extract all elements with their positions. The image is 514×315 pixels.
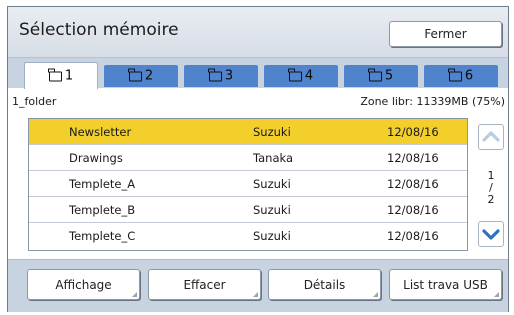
close-button[interactable]: Fermer [389,21,502,47]
tab-label: 3 [224,68,234,84]
file-date: 12/08/16 [387,229,439,243]
file-owner: Suzuki [253,229,291,243]
file-name: Drawings [69,151,123,165]
delete-button[interactable]: Effacer [148,269,261,300]
tab-label: 6 [464,68,474,84]
usb-list-button-label: List trava USB [403,277,488,292]
tab-label: 5 [384,68,394,84]
file-date: 12/08/16 [387,203,439,217]
file-owner: Suzuki [253,203,291,217]
delete-button-label: Effacer [183,277,226,292]
folder-icon [368,68,382,82]
scroll-down-button[interactable] [478,221,504,247]
chevron-up-icon [482,131,500,142]
file-date: 12/08/16 [387,151,439,165]
list-item[interactable]: Templete_C Suzuki 12/08/16 [29,223,467,249]
folder-icon [208,68,222,82]
details-button[interactable]: Détails [268,269,381,300]
page-indicator: 1 / 2 [478,170,504,206]
tab-folder-5[interactable]: 5 [344,65,418,87]
file-owner: Suzuki [253,125,291,139]
corner-mark [373,292,378,297]
tab-folder-6[interactable]: 6 [424,65,498,87]
list-item[interactable]: Drawings Tanaka 12/08/16 [29,145,467,171]
file-date: 12/08/16 [387,177,439,191]
display-button-label: Affichage [55,277,112,292]
close-button-label: Fermer [424,27,467,41]
file-owner: Tanaka [253,151,294,165]
file-name: Templete_C [69,229,136,243]
scroll-up-button[interactable] [478,124,504,150]
tab-folder-2[interactable]: 2 [104,65,178,87]
tab-label: 4 [304,68,314,84]
corner-mark [132,292,137,297]
title-bar: Sélection mémoire Fermer [8,7,508,58]
list-item[interactable]: Templete_B Suzuki 12/08/16 [29,197,467,223]
corner-mark [494,292,499,297]
list-item[interactable]: Templete_A Suzuki 12/08/16 [29,171,467,197]
list-item[interactable]: Newsletter Suzuki 12/08/16 [29,119,467,145]
file-list: Newsletter Suzuki 12/08/16 Drawings Tana… [28,118,468,251]
folder-icon [448,68,462,82]
memory-selection-screen: Sélection mémoire Fermer 1 2 3 4 5 6 1_f… [7,6,509,312]
folder-name: 1_folder [12,95,57,108]
usb-list-button[interactable]: List trava USB [389,269,502,300]
tab-folder-1[interactable]: 1 [24,62,98,89]
file-date: 12/08/16 [387,125,439,139]
details-button-label: Détails [303,277,346,292]
chevron-down-icon [482,229,500,240]
folder-icon [48,68,62,82]
folder-icon [288,68,302,82]
free-space-indicator: Zone libr: 11339MB (75%) [360,95,505,108]
folder-tabs: 1 2 3 4 5 6 [8,58,508,89]
tab-folder-3[interactable]: 3 [184,65,258,87]
corner-mark [253,292,258,297]
action-bar: Affichage Effacer Détails List trava USB [8,259,508,312]
tab-folder-4[interactable]: 4 [264,65,338,87]
folder-icon [128,68,142,82]
file-name: Templete_B [69,203,136,217]
tab-label: 2 [144,68,154,84]
file-owner: Suzuki [253,177,291,191]
page-total: 2 [487,193,495,206]
display-button[interactable]: Affichage [27,269,140,300]
tab-label: 1 [64,68,74,84]
folder-info-bar: 1_folder Zone libr: 11339MB (75%) [8,89,508,113]
page-title: Sélection mémoire [19,20,179,40]
file-name: Templete_A [69,177,136,191]
file-name: Newsletter [69,125,132,139]
